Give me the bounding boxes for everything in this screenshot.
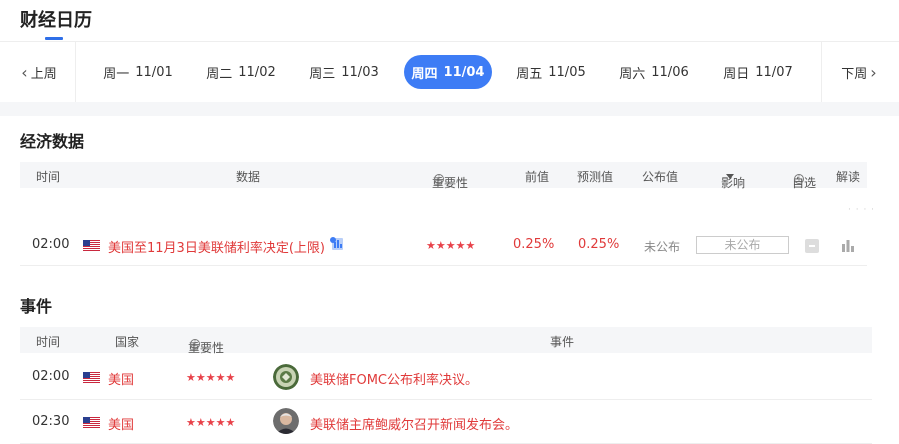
economic-table-header: 时间 数据 重要性 i 前值 预测值 公布值 影响 自选 i 解读	[20, 162, 867, 190]
chevron-right-icon: ›	[870, 62, 877, 82]
importance-stars: ★★★★★	[426, 239, 476, 252]
info-icon[interactable]: i	[434, 174, 444, 184]
info-icon[interactable]: i	[190, 339, 200, 349]
event-title[interactable]: 美联储主席鲍威尔召开新闻发布会。	[310, 414, 518, 433]
us-flag-icon	[83, 240, 100, 251]
day-tab-thu[interactable]: 周四 11/04	[404, 55, 492, 89]
day-date: 11/07	[755, 64, 793, 80]
us-flag-icon	[83, 372, 100, 383]
row-country: 美国	[108, 373, 135, 388]
title-underline	[45, 37, 63, 40]
page-title: 财经日历	[20, 10, 92, 31]
page-header: 财经日历	[0, 0, 899, 42]
powell-avatar	[273, 408, 299, 434]
row-country: 美国	[108, 418, 135, 433]
day-date: 11/01	[135, 64, 173, 80]
events-section-title: 事件	[20, 297, 53, 316]
row-data-title[interactable]: 美国至11月3日美联储利率决定(上限)	[108, 237, 325, 256]
col-time: 时间	[36, 170, 61, 184]
day-weekday: 周六	[619, 66, 646, 82]
day-tab-mon[interactable]: 周一 11/01	[94, 55, 182, 89]
day-date: 11/05	[548, 64, 586, 80]
col-time: 时间	[36, 335, 61, 349]
importance-stars: ★★★★★	[186, 416, 236, 429]
day-weekday: 周五	[516, 66, 543, 82]
importance-stars: ★★★★★	[186, 371, 236, 384]
day-weekday: 周日	[723, 66, 750, 82]
day-tab-tue[interactable]: 周二 11/02	[197, 55, 285, 89]
economic-section-title: 经济数据	[20, 132, 85, 151]
analysis-chart-icon[interactable]	[841, 238, 855, 256]
day-weekday: 周四	[411, 66, 438, 82]
row-actual: 未公布	[644, 240, 681, 254]
prev-week-label: 上周	[30, 66, 57, 82]
col-data: 数据	[236, 170, 261, 184]
dropdown-arrow-icon	[726, 174, 734, 179]
col-previous: 前值	[525, 170, 550, 184]
day-tab-wed[interactable]: 周三 11/03	[300, 55, 388, 89]
day-date: 11/04	[443, 64, 485, 80]
row-time: 02:00	[32, 237, 70, 252]
event-row: 02:00 美国 ★★★★★ 美联储FOMC公布利率决议。	[20, 355, 872, 400]
col-actual: 公布值	[642, 170, 679, 184]
next-week-button[interactable]: 下周 ›	[821, 42, 899, 102]
col-country: 国家	[115, 335, 140, 349]
row-time: 02:30	[32, 414, 70, 429]
next-week-label: 下周	[841, 66, 868, 82]
week-day-bar: ‹ 上周 周一 11/01 周二 11/02 周三 11/03 周四 11/04 周五 1…	[0, 42, 899, 102]
day-weekday: 周二	[206, 66, 233, 82]
day-date: 11/06	[651, 64, 689, 80]
watch-toggle[interactable]	[805, 239, 819, 253]
col-forecast: 预测值	[577, 170, 614, 184]
day-weekday: 周一	[103, 66, 130, 82]
impact-box: 未公布	[696, 236, 789, 254]
event-title[interactable]: 美联储FOMC公布利率决议。	[310, 369, 478, 388]
day-weekday: 周三	[309, 66, 336, 82]
row-time: 02:00	[32, 369, 70, 384]
col-analysis: 解读	[836, 170, 861, 184]
row-previous: 0.25%	[513, 237, 555, 252]
us-flag-icon	[83, 417, 100, 428]
day-tab-sun[interactable]: 周日 11/07	[714, 55, 802, 89]
day-date: 11/02	[238, 64, 276, 80]
day-tab-sat[interactable]: 周六 11/06	[610, 55, 698, 89]
loading-dots: · · · ·	[848, 205, 876, 215]
day-tab-fri[interactable]: 周五 11/05	[507, 55, 595, 89]
section-divider	[0, 102, 899, 116]
events-table-header: 时间 国家 重要性 i 事件	[20, 327, 872, 355]
prev-week-button[interactable]: ‹ 上周	[0, 42, 76, 102]
economic-row: 02:00 美国至11月3日美联储利率决定(上限) ★★★★★ 0.25% 0.…	[20, 226, 867, 266]
row-forecast: 0.25%	[578, 237, 620, 252]
chart-link-icon[interactable]	[329, 236, 344, 255]
day-date: 11/03	[341, 64, 379, 80]
info-icon[interactable]: i	[794, 174, 804, 184]
col-event: 事件	[550, 335, 575, 349]
event-row: 02:30 美国 ★★★★★ 美联储主席鲍威尔召开新闻发布会。	[20, 400, 872, 444]
chevron-left-icon: ‹	[21, 62, 28, 82]
fed-seal-avatar	[273, 364, 299, 390]
